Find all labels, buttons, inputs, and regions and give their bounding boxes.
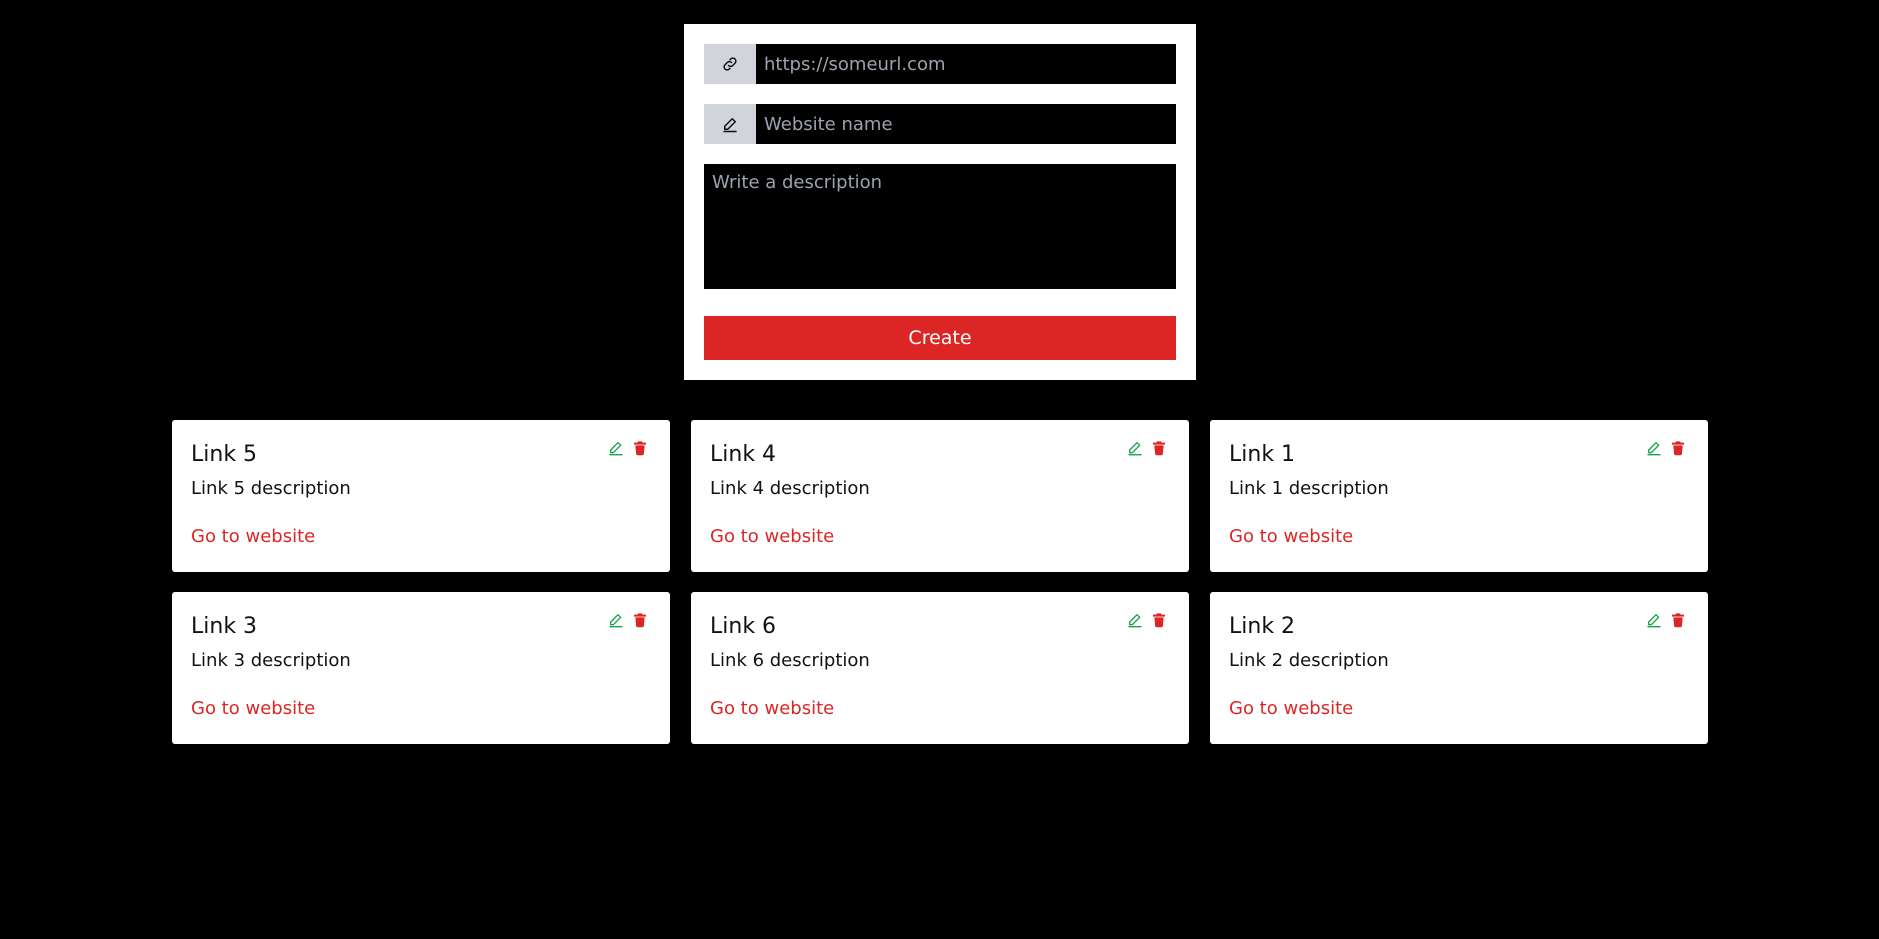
create-link-form: Create bbox=[684, 24, 1196, 380]
go-to-website-link[interactable]: Go to website bbox=[1229, 526, 1353, 547]
edit-icon[interactable] bbox=[1646, 612, 1662, 628]
trash-icon[interactable] bbox=[632, 612, 648, 628]
link-icon bbox=[704, 44, 756, 84]
link-title: Link 4 bbox=[710, 442, 777, 467]
card-actions bbox=[608, 612, 648, 628]
card-actions bbox=[608, 440, 648, 456]
link-card-grid: Link 5 Link 5 description Go to website … bbox=[172, 420, 1708, 744]
trash-icon[interactable] bbox=[1670, 440, 1686, 456]
link-card: Link 3 Link 3 description Go to website bbox=[172, 592, 670, 744]
edit-icon[interactable] bbox=[1646, 440, 1662, 456]
description-textarea[interactable] bbox=[704, 164, 1176, 289]
card-actions bbox=[1127, 440, 1167, 456]
link-description: Link 2 description bbox=[1229, 650, 1389, 671]
link-description: Link 6 description bbox=[710, 650, 870, 671]
link-description: Link 1 description bbox=[1229, 478, 1389, 499]
go-to-website-link[interactable]: Go to website bbox=[1229, 698, 1353, 719]
go-to-website-link[interactable]: Go to website bbox=[191, 526, 315, 547]
edit-icon[interactable] bbox=[1127, 612, 1143, 628]
edit-icon[interactable] bbox=[608, 612, 624, 628]
link-card: Link 2 Link 2 description Go to website bbox=[1210, 592, 1708, 744]
go-to-website-link[interactable]: Go to website bbox=[191, 698, 315, 719]
go-to-website-link[interactable]: Go to website bbox=[710, 526, 834, 547]
card-actions bbox=[1127, 612, 1167, 628]
card-actions bbox=[1646, 612, 1686, 628]
link-title: Link 6 bbox=[710, 614, 777, 639]
trash-icon[interactable] bbox=[1151, 440, 1167, 456]
link-description: Link 4 description bbox=[710, 478, 870, 499]
link-card: Link 5 Link 5 description Go to website bbox=[172, 420, 670, 572]
link-title: Link 1 bbox=[1229, 442, 1296, 467]
link-description: Link 5 description bbox=[191, 478, 351, 499]
create-button[interactable]: Create bbox=[704, 316, 1176, 360]
name-input-group bbox=[704, 104, 1176, 144]
website-name-input[interactable] bbox=[756, 104, 1176, 144]
pencil-icon bbox=[704, 104, 756, 144]
link-title: Link 2 bbox=[1229, 614, 1296, 639]
link-title: Link 3 bbox=[191, 614, 258, 639]
trash-icon[interactable] bbox=[1151, 612, 1167, 628]
link-card: Link 4 Link 4 description Go to website bbox=[691, 420, 1189, 572]
link-card: Link 1 Link 1 description Go to website bbox=[1210, 420, 1708, 572]
link-description: Link 3 description bbox=[191, 650, 351, 671]
edit-icon[interactable] bbox=[608, 440, 624, 456]
url-input[interactable] bbox=[756, 44, 1176, 84]
link-title: Link 5 bbox=[191, 442, 258, 467]
edit-icon[interactable] bbox=[1127, 440, 1143, 456]
url-input-group bbox=[704, 44, 1176, 84]
go-to-website-link[interactable]: Go to website bbox=[710, 698, 834, 719]
card-actions bbox=[1646, 440, 1686, 456]
link-card: Link 6 Link 6 description Go to website bbox=[691, 592, 1189, 744]
trash-icon[interactable] bbox=[1670, 612, 1686, 628]
trash-icon[interactable] bbox=[632, 440, 648, 456]
